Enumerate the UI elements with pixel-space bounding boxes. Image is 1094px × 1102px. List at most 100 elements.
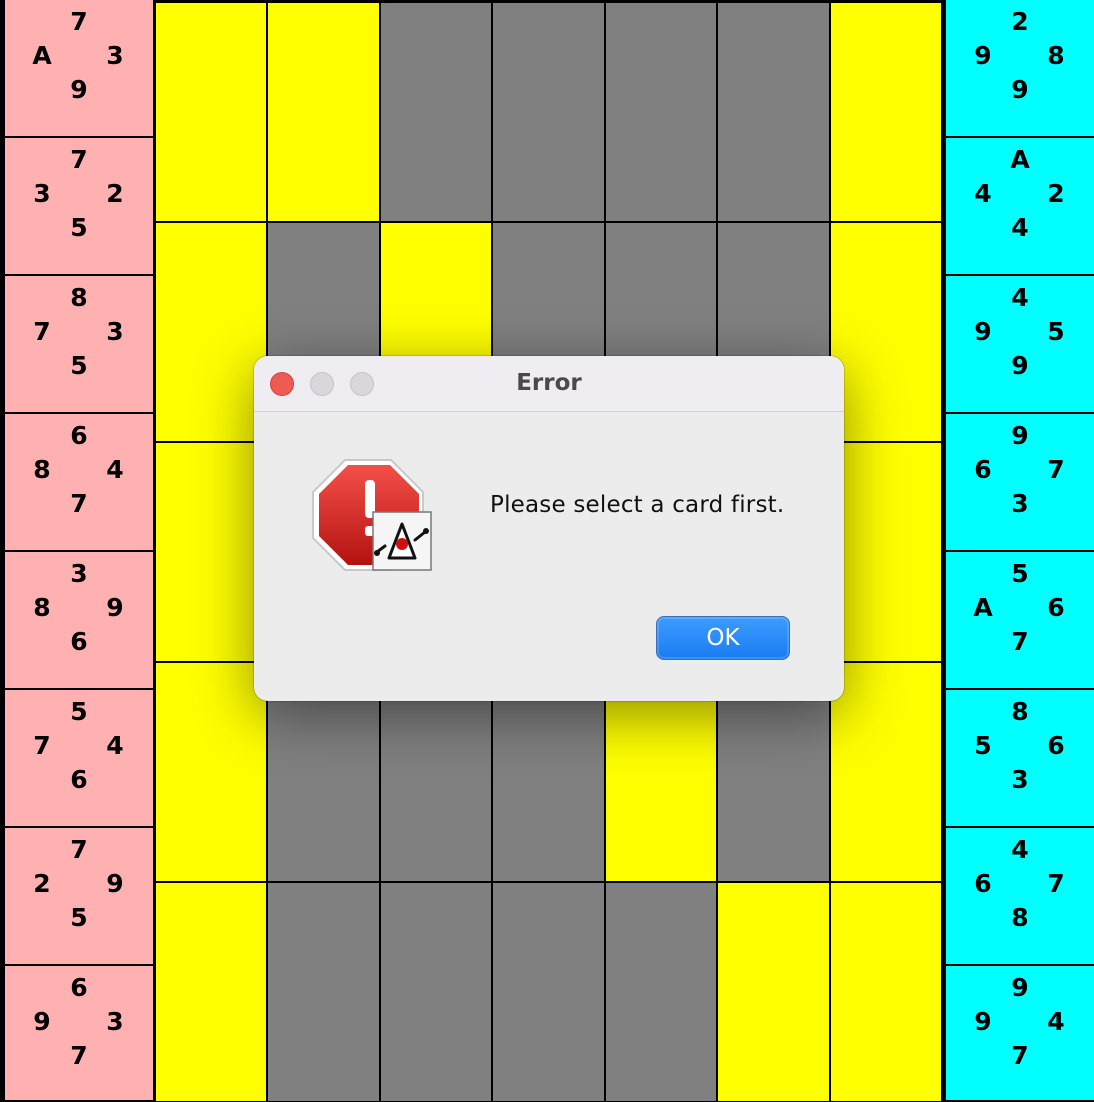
board-cell-1-4[interactable] [492, 2, 605, 222]
board-cell-1-3[interactable] [379, 2, 493, 222]
blue-card-7[interactable]: 46 78 [946, 828, 1094, 966]
board-cell-5-2[interactable] [267, 882, 380, 1102]
card-value-left: 6 [974, 455, 992, 484]
board-cell-5-7[interactable] [829, 882, 942, 1102]
card-value-top: 7 [70, 145, 88, 174]
card-value-left: 7 [33, 317, 51, 346]
card-value-bottom: 4 [1011, 213, 1029, 242]
card-value-left: 9 [33, 1007, 51, 1036]
dialog-title: Error [516, 370, 582, 396]
card-value-bottom: 6 [70, 765, 88, 794]
card-value-right: 4 [1047, 1007, 1065, 1036]
blue-card-1[interactable]: 2989 [946, 0, 1094, 138]
card-value-left: 3 [33, 179, 51, 208]
board-cell-1-5[interactable] [604, 2, 718, 222]
card-value-top: 4 [1011, 835, 1029, 864]
card-value-right: 3 [106, 41, 124, 70]
ok-button[interactable]: OK [656, 616, 790, 660]
card-value-bottom: 7 [1011, 1041, 1029, 1070]
card-value-right: 2 [1047, 179, 1065, 208]
red-card-8[interactable]: 69 37 [5, 966, 153, 1100]
card-value-right: 3 [106, 317, 124, 346]
card-value-left: 7 [33, 731, 51, 760]
card-value-top: 3 [70, 559, 88, 588]
card-value-bottom: 3 [1011, 489, 1029, 518]
red-card-2[interactable]: 73 25 [5, 138, 153, 276]
blue-card-5[interactable]: 5A 67 [946, 552, 1094, 690]
red-card-4[interactable]: 68 47 [5, 414, 153, 552]
card-value-top: 5 [1011, 559, 1029, 588]
card-value-right: 9 [106, 869, 124, 898]
card-value-right: 9 [106, 593, 124, 622]
card-value-right: 3 [106, 1007, 124, 1036]
blue-card-3[interactable]: 4959 [946, 276, 1094, 414]
card-value-top: 8 [1011, 697, 1029, 726]
board-cell-4-7[interactable] [829, 662, 942, 882]
card-value-top: 6 [70, 973, 88, 1002]
red-card-6[interactable]: 57 46 [5, 690, 153, 828]
card-value-left: 9 [974, 1007, 992, 1036]
board-cell-5-4[interactable] [492, 882, 605, 1102]
card-value-bottom: 9 [1011, 351, 1029, 380]
board-cell-2-7[interactable] [829, 222, 942, 442]
card-value-left: 8 [33, 593, 51, 622]
card-value-bottom: 9 [1011, 75, 1029, 104]
blue-card-6[interactable]: 85 63 [946, 690, 1094, 828]
card-value-left: 5 [974, 731, 992, 760]
card-value-left: 8 [33, 455, 51, 484]
card-value-bottom: 3 [1011, 765, 1029, 794]
blue-card-4[interactable]: 96 73 [946, 414, 1094, 552]
board-cell-3-7[interactable] [829, 442, 942, 662]
error-message: Please select a card first. [490, 492, 785, 518]
red-card-3[interactable]: 87 35 [5, 276, 153, 414]
card-value-top: 6 [70, 421, 88, 450]
board-cell-5-6[interactable] [717, 882, 830, 1102]
board-cell-3-1[interactable] [155, 442, 268, 662]
red-player-hand: 7A397325873568473896574672956937 [5, 0, 153, 1102]
card-value-right: 8 [1047, 41, 1065, 70]
stop-alert-icon [312, 459, 432, 571]
card-value-left: 6 [974, 869, 992, 898]
card-value-bottom: 5 [70, 213, 88, 242]
card-value-bottom: 7 [70, 1041, 88, 1070]
board-cell-5-1[interactable] [155, 882, 268, 1102]
card-value-bottom: 7 [1011, 627, 1029, 656]
card-value-bottom: 5 [70, 351, 88, 380]
card-value-right: 7 [1047, 869, 1065, 898]
board-cell-1-7[interactable] [829, 2, 942, 222]
card-value-right: 6 [1047, 593, 1065, 622]
card-value-top: 7 [70, 7, 88, 36]
card-value-right: 4 [106, 455, 124, 484]
error-dialog: Error Please select a card first. OK [254, 356, 844, 701]
blue-player-hand: 2989A424495996735A67856346789947 [946, 0, 1094, 1102]
red-card-7[interactable]: 72 95 [5, 828, 153, 966]
red-card-1[interactable]: 7A 39 [5, 0, 153, 138]
board-cell-1-6[interactable] [717, 2, 830, 222]
card-value-top: 5 [70, 697, 88, 726]
board-cell-1-2[interactable] [267, 2, 380, 222]
card-value-right: 2 [106, 179, 124, 208]
card-value-top: 2 [1011, 7, 1029, 36]
dialog-titlebar: Error [254, 356, 844, 412]
red-card-5[interactable]: 38 96 [5, 552, 153, 690]
board-cell-2-1[interactable] [155, 222, 268, 442]
board-cell-5-3[interactable] [379, 882, 493, 1102]
board-cell-1-1[interactable] [155, 2, 268, 222]
card-value-right: 6 [1047, 731, 1065, 760]
card-value-left: 4 [974, 179, 992, 208]
card-value-top: 8 [70, 283, 88, 312]
card-value-left: A [973, 593, 993, 622]
card-value-left: A [32, 41, 52, 70]
card-value-top: A [1010, 145, 1030, 174]
card-value-right: 5 [1047, 317, 1065, 346]
card-value-left: 2 [33, 869, 51, 898]
card-value-bottom: 5 [70, 903, 88, 932]
card-value-right: 4 [106, 731, 124, 760]
board-cell-4-1[interactable] [155, 662, 268, 882]
card-value-bottom: 8 [1011, 903, 1029, 932]
card-value-right: 7 [1047, 455, 1065, 484]
blue-card-8[interactable]: 9947 [946, 966, 1094, 1100]
card-value-bottom: 7 [70, 489, 88, 518]
board-cell-5-5[interactable] [604, 882, 718, 1102]
blue-card-2[interactable]: A424 [946, 138, 1094, 276]
